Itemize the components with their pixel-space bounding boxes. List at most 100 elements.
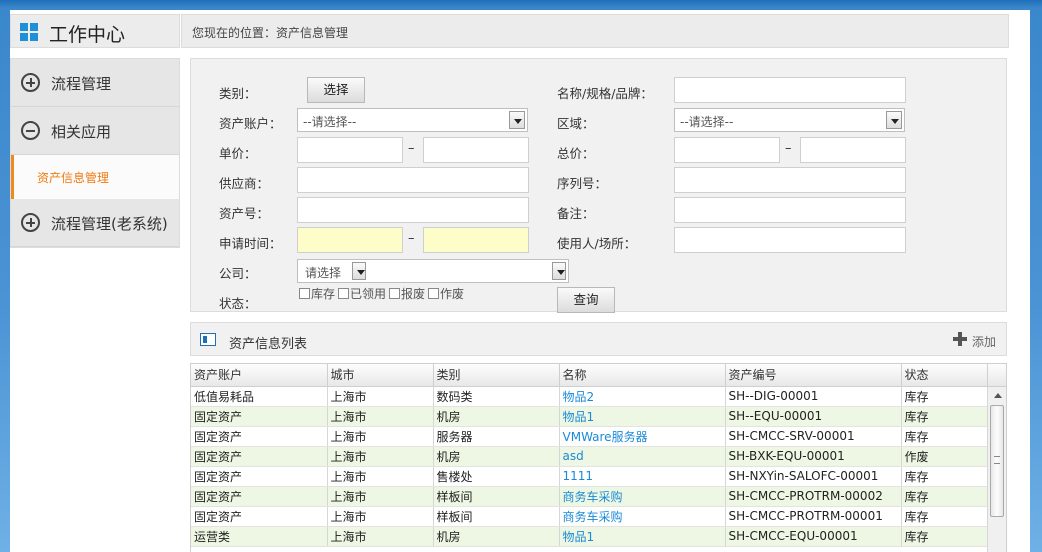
sidebar-item-label: 相关应用 xyxy=(51,123,112,141)
sidebar-item-workflow-legacy[interactable]: 流程管理(老系统) xyxy=(11,199,179,247)
cell-category: 机房 xyxy=(433,406,560,427)
column-header-city[interactable]: 城市 xyxy=(327,364,434,387)
checkbox-icon[interactable] xyxy=(338,288,349,299)
cell-name[interactable]: 1111 xyxy=(559,466,726,487)
cell-name[interactable]: VMWare服务器 xyxy=(559,426,726,447)
checkbox-icon[interactable] xyxy=(299,288,310,299)
cell-asset-no: SH-NXYin-SALOFC-00001 xyxy=(725,466,902,487)
cell-asset-no: SH-CMCC-PROTRM-00002 xyxy=(725,486,902,507)
company-select-value: 请选择 xyxy=(305,266,342,280)
cell-status: 库存 xyxy=(901,406,989,427)
supplier-label: 供应商： xyxy=(219,176,270,191)
cell-name[interactable]: 物品1 xyxy=(559,526,726,547)
status-option-label: 库存 xyxy=(311,287,336,301)
column-header-status[interactable]: 状态 xyxy=(901,364,989,387)
sidebar-item-label: 流程管理 xyxy=(51,75,112,93)
supplier-input[interactable] xyxy=(297,167,529,193)
column-header-name[interactable]: 名称 xyxy=(559,364,726,387)
list-icon xyxy=(200,333,216,346)
cell-name[interactable]: 物品1 xyxy=(559,406,726,427)
total-price-min-input[interactable] xyxy=(674,137,780,163)
cell-account: 固定资产 xyxy=(191,466,328,487)
table-row[interactable]: 固定资产 上海市 机房 asd SH-BXK-EQU-00001 作废 xyxy=(191,446,989,467)
cell-city: 上海市 xyxy=(327,406,434,427)
scrollbar-thumb[interactable] xyxy=(990,405,1004,517)
status-label: 状态： xyxy=(219,296,257,311)
user-input[interactable] xyxy=(674,227,906,253)
cell-category: 售楼处 xyxy=(433,466,560,487)
account-select-value: --请选择-- xyxy=(303,115,357,129)
total-price-max-input[interactable] xyxy=(800,137,906,163)
chevron-down-icon[interactable] xyxy=(352,262,366,280)
sidebar-item-workflow[interactable]: 流程管理 xyxy=(11,59,179,107)
query-button[interactable]: 查询 xyxy=(557,287,615,313)
sidebar-item-label: 流程管理(老系统) xyxy=(51,215,168,233)
plus-icon[interactable] xyxy=(953,332,967,346)
sidebar-item-related-apps[interactable]: 相关应用 xyxy=(11,107,179,155)
chevron-down-icon[interactable] xyxy=(552,262,566,280)
column-header-category[interactable]: 类别 xyxy=(433,364,560,387)
cell-category: 样板间 xyxy=(433,486,560,507)
apply-time-label: 申请时间： xyxy=(219,236,282,251)
asset-table: 资产账户 城市 类别 名称 资产编号 状态 低值易耗品 上海市 数码类 物品2 SH--… xyxy=(190,363,1007,552)
serial-input[interactable] xyxy=(674,167,906,193)
cell-city: 上海市 xyxy=(327,526,434,547)
company-select[interactable]: 请选择 xyxy=(297,259,569,283)
region-select[interactable]: --请选择-- xyxy=(674,108,905,132)
checkbox-icon[interactable] xyxy=(389,288,400,299)
unit-price-max-input[interactable] xyxy=(423,137,529,163)
cell-city: 上海市 xyxy=(327,466,434,487)
status-option-label: 作废 xyxy=(440,287,465,301)
status-option-label: 报废 xyxy=(401,287,426,301)
table-row[interactable]: 固定资产 上海市 售楼处 1111 SH-NXYin-SALOFC-00001 库存 xyxy=(191,466,989,487)
app-header: 工作中心 xyxy=(10,14,180,48)
apply-time-start-input[interactable] xyxy=(297,227,403,253)
table-row[interactable]: 固定资产 上海市 样板间 商务车采购 SH-CMCC-PROTRM-00001 库存 xyxy=(191,506,989,527)
cell-account: 运营类 xyxy=(191,526,328,547)
cell-category: 机房 xyxy=(433,446,560,467)
sidebar-item-asset-info[interactable]: 资产信息管理 xyxy=(11,155,179,199)
cell-name[interactable]: 商务车采购 xyxy=(559,506,726,527)
scroll-up-icon[interactable] xyxy=(994,393,1002,398)
checkbox-icon[interactable] xyxy=(428,288,439,299)
column-header-account[interactable]: 资产账户 xyxy=(191,364,328,387)
app-title: 工作中心 xyxy=(49,24,126,46)
cell-city: 上海市 xyxy=(327,486,434,507)
category-label: 类别： xyxy=(219,86,257,101)
cell-account: 固定资产 xyxy=(191,506,328,527)
cell-city: 上海市 xyxy=(327,506,434,527)
vertical-scrollbar[interactable] xyxy=(987,387,1006,552)
account-select[interactable]: --请选择-- xyxy=(297,108,528,132)
column-header-asset-no[interactable]: 资产编号 xyxy=(725,364,902,387)
name-input[interactable] xyxy=(674,77,906,103)
company-label: 公司： xyxy=(219,266,257,281)
table-row[interactable]: 固定资产 上海市 机房 物品1 SH--EQU-00001 库存 xyxy=(191,406,989,427)
table-row[interactable]: 低值易耗品 上海市 数码类 物品2 SH--DIG-00001 库存 xyxy=(191,386,989,407)
cell-asset-no: SH-CMCC-EQU-00001 xyxy=(725,526,902,547)
cell-name[interactable]: 物品2 xyxy=(559,386,726,407)
add-button[interactable]: 添加 xyxy=(972,333,996,350)
status-checkbox-issued[interactable]: 已领用 xyxy=(338,285,386,302)
chevron-down-icon[interactable] xyxy=(509,111,525,129)
status-option-label: 已领用 xyxy=(350,287,387,301)
grid-logo-icon xyxy=(20,23,38,41)
cell-asset-no: SH-CMCC-SRV-00001 xyxy=(725,426,902,447)
apply-time-end-input[interactable] xyxy=(423,227,529,253)
table-row[interactable]: 固定资产 上海市 服务器 VMWare服务器 SH-CMCC-SRV-00001 库存 xyxy=(191,426,989,447)
chevron-down-icon[interactable] xyxy=(886,111,902,129)
cell-asset-no: SH--EQU-00001 xyxy=(725,406,902,427)
asset-no-input[interactable] xyxy=(297,197,529,223)
remark-input[interactable] xyxy=(674,197,906,223)
total-price-label: 总价： xyxy=(557,146,595,161)
cell-status: 库存 xyxy=(901,426,989,447)
cell-category: 服务器 xyxy=(433,426,560,447)
status-checkbox-in-stock[interactable]: 库存 xyxy=(299,285,335,302)
category-select-button[interactable]: 选择 xyxy=(307,77,365,103)
cell-name[interactable]: 商务车采购 xyxy=(559,486,726,507)
table-row[interactable]: 固定资产 上海市 样板间 商务车采购 SH-CMCC-PROTRM-00002 库存 xyxy=(191,486,989,507)
unit-price-min-input[interactable] xyxy=(297,137,403,163)
cell-name[interactable]: asd xyxy=(559,446,726,467)
status-checkbox-voided[interactable]: 作废 xyxy=(428,285,464,302)
table-row[interactable]: 运营类 上海市 机房 物品1 SH-CMCC-EQU-00001 库存 xyxy=(191,526,989,547)
status-checkbox-scrapped[interactable]: 报废 xyxy=(389,285,425,302)
